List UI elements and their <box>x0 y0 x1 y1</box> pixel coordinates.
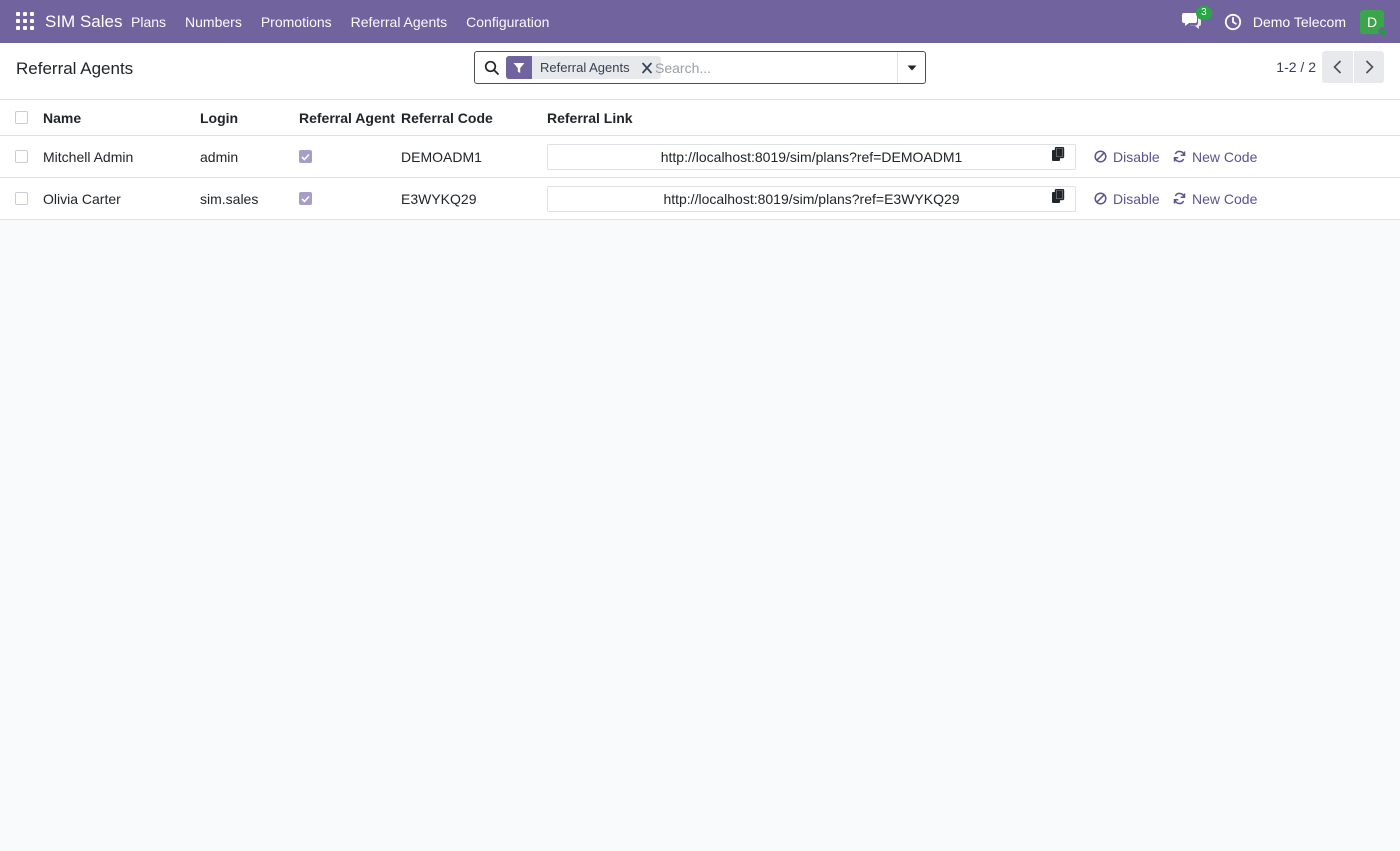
column-header-name[interactable]: Name <box>43 100 81 135</box>
disable-button[interactable]: Disable <box>1094 136 1160 177</box>
referral-link-field[interactable]: http://localhost:8019/sim/plans?ref=DEMO… <box>547 144 1076 170</box>
row-select-cell <box>15 178 28 219</box>
app-brand[interactable]: SIM Sales <box>45 12 122 32</box>
disable-label: Disable <box>1113 148 1160 165</box>
select-all-checkbox[interactable] <box>15 111 28 124</box>
row-checkbox[interactable] <box>15 192 28 205</box>
menu-item-promotions[interactable]: Promotions <box>261 14 332 30</box>
avatar[interactable]: D <box>1360 9 1388 37</box>
company-switcher[interactable]: Demo Telecom <box>1253 14 1346 30</box>
new-code-button[interactable]: New Code <box>1173 136 1257 177</box>
messaging-menu[interactable]: 3 <box>1181 5 1212 33</box>
check-icon <box>301 153 310 161</box>
chevron-right-icon <box>1365 60 1374 74</box>
check-icon <box>301 195 310 203</box>
cell-referral-code: DEMOADM1 <box>401 148 482 165</box>
refresh-icon <box>1173 150 1186 163</box>
column-header-referral-agent[interactable]: Referral Agent <box>299 100 395 135</box>
close-icon[interactable] <box>639 61 655 75</box>
referral-agent-checkbox <box>299 192 312 205</box>
ban-icon <box>1094 150 1107 163</box>
row-checkbox[interactable] <box>15 150 28 163</box>
copy-icon[interactable] <box>1051 189 1065 204</box>
list-table: Name Login Referral Agent Referral Code … <box>0 100 1400 220</box>
cell-referral-agent <box>299 136 312 177</box>
navbar-systray: 3 Demo Telecom D <box>1181 0 1388 43</box>
ban-icon <box>1094 192 1107 205</box>
menu-item-referral-agents[interactable]: Referral Agents <box>351 14 448 30</box>
cell-referral-agent <box>299 178 312 219</box>
column-header-referral-link[interactable]: Referral Link <box>547 100 633 135</box>
apps-grid-icon[interactable] <box>16 12 34 30</box>
chevron-left-icon <box>1333 60 1342 74</box>
column-header-login[interactable]: Login <box>200 100 238 135</box>
referral-agent-checkbox <box>299 150 312 163</box>
cell-name: Mitchell Admin <box>43 148 134 165</box>
cell-name: Olivia Carter <box>43 190 121 207</box>
menu-item-configuration[interactable]: Configuration <box>466 14 549 30</box>
top-navbar: SIM Sales Plans Numbers Promotions Refer… <box>0 0 1400 43</box>
pager-buttons <box>1322 51 1384 83</box>
table-header: Name Login Referral Agent Referral Code … <box>0 100 1400 136</box>
disable-button[interactable]: Disable <box>1094 178 1160 219</box>
cell-login: sim.sales <box>200 190 259 207</box>
new-code-button[interactable]: New Code <box>1173 178 1257 219</box>
filter-icon <box>506 56 532 79</box>
referral-link-field[interactable]: http://localhost:8019/sim/plans?ref=E3WY… <box>547 186 1076 212</box>
search-box: Referral Agents <box>474 51 926 84</box>
disable-label: Disable <box>1113 190 1160 207</box>
copy-icon[interactable] <box>1051 147 1065 162</box>
table-row[interactable]: Olivia Carter sim.sales E3WYKQ29 http://… <box>0 178 1400 220</box>
menu-item-numbers[interactable]: Numbers <box>185 14 242 30</box>
clock-icon[interactable] <box>1224 13 1242 31</box>
cell-referral-code: E3WYKQ29 <box>401 190 477 207</box>
facet-label: Referral Agents <box>540 60 630 75</box>
pager-value[interactable]: 1-2 / 2 <box>1276 59 1316 75</box>
search-facet: Referral Agents <box>506 56 661 79</box>
pager-previous-button[interactable] <box>1322 51 1353 83</box>
search-icon[interactable] <box>484 60 500 76</box>
refresh-icon <box>1173 192 1186 205</box>
search-input[interactable] <box>655 56 895 79</box>
new-code-label: New Code <box>1192 148 1258 165</box>
table-row[interactable]: Mitchell Admin admin DEMOADM1 http://loc… <box>0 136 1400 178</box>
message-count-badge: 3 <box>1195 5 1212 20</box>
control-panel: Referral Agents Referral Agents 1-2 / 2 <box>0 43 1400 100</box>
menu-item-plans[interactable]: Plans <box>131 14 166 30</box>
pager-next-button[interactable] <box>1353 51 1384 83</box>
row-select-cell <box>15 136 28 177</box>
page-title: Referral Agents <box>16 59 134 78</box>
column-header-referral-code[interactable]: Referral Code <box>401 100 493 135</box>
online-status-dot <box>1378 26 1388 37</box>
avatar-initial: D <box>1366 13 1378 30</box>
main-menu: Plans Numbers Promotions Referral Agents… <box>131 0 568 43</box>
search-options-toggle[interactable] <box>897 52 925 83</box>
new-code-label: New Code <box>1192 190 1258 207</box>
cell-login: admin <box>200 148 239 165</box>
select-all-cell <box>15 100 28 135</box>
caret-down-icon <box>907 65 916 70</box>
